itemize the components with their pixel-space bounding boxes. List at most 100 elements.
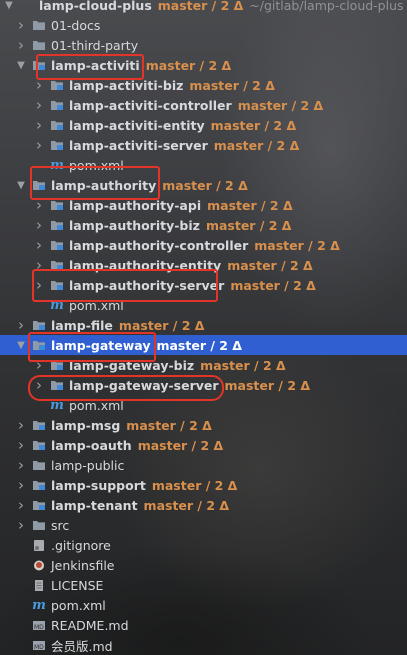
tree-item-label: lamp-tenant <box>51 497 138 513</box>
chevron-right-icon[interactable]: › <box>34 215 44 235</box>
module-folder-icon <box>50 79 64 91</box>
chevron-right-icon[interactable]: › <box>16 315 26 335</box>
module-folder-icon <box>50 379 64 391</box>
tree-item-label: lamp-activiti-controller <box>69 97 232 113</box>
git-branch-label: master / 2 Δ <box>213 137 300 153</box>
tree-item-oauth[interactable]: › lamp-oauth master / 2 Δ <box>0 435 407 455</box>
tree-item-label: lamp-file <box>51 317 113 333</box>
tree-item-label: lamp-authority-api <box>69 197 202 213</box>
chevron-right-icon[interactable]: › <box>34 115 44 135</box>
chevron-right-icon[interactable]: › <box>16 495 26 515</box>
module-folder-icon <box>32 439 46 451</box>
tree-item-activiti-entity[interactable]: › lamp-activiti-entity master / 2 Δ <box>0 115 407 135</box>
svg-text:MD: MD <box>34 624 44 631</box>
tree-item-authority-controller[interactable]: › lamp-authority-controller master / 2 Δ <box>0 235 407 255</box>
tree-item-authority[interactable]: ▼ lamp-authority master / 2 Δ <box>0 175 407 195</box>
tree-item-tenant[interactable]: › lamp-tenant master / 2 Δ <box>0 495 407 515</box>
chevron-right-icon[interactable]: › <box>16 515 26 535</box>
root-path: ~/gitlab/lamp-cloud-plus <box>249 0 404 13</box>
chevron-down-icon[interactable]: ▼ <box>16 55 26 75</box>
maven-icon: m <box>50 397 64 413</box>
tree-item-file[interactable]: › lamp-file master / 2 Δ <box>0 315 407 335</box>
tree-item-support[interactable]: › lamp-support master / 2 Δ <box>0 475 407 495</box>
tree-item-label: pom.xml <box>69 297 124 313</box>
tree-item-authority-api[interactable]: › lamp-authority-api master / 2 Δ <box>0 195 407 215</box>
tree-item-label: lamp-authority-server <box>69 277 225 293</box>
tree-item-activiti-biz[interactable]: › lamp-activiti-biz master / 2 Δ <box>0 75 407 95</box>
chevron-right-icon[interactable]: › <box>34 235 44 255</box>
chevron-right-icon[interactable]: › <box>34 375 44 395</box>
git-branch-label: master / 2 Δ <box>145 57 232 73</box>
folder-icon <box>32 459 46 471</box>
chevron-down-icon[interactable]: ▼ <box>4 0 14 15</box>
module-folder-icon <box>32 479 46 491</box>
tree-item-activiti-server[interactable]: › lamp-activiti-server master / 2 Δ <box>0 135 407 155</box>
tree-item-authority-biz[interactable]: › lamp-authority-biz master / 2 Δ <box>0 215 407 235</box>
folder-icon <box>32 39 46 51</box>
git-branch-label: master / 2 Δ <box>237 97 324 113</box>
chevron-right-icon[interactable]: › <box>16 455 26 475</box>
tree-item-label: lamp-public <box>51 457 125 473</box>
chevron-right-icon[interactable]: › <box>16 15 26 35</box>
maven-icon: m <box>32 597 46 613</box>
chevron-right-icon[interactable]: › <box>34 95 44 115</box>
git-branch-label: master / 2 Δ <box>200 357 286 373</box>
module-folder-icon <box>50 139 64 151</box>
tree-item-readme[interactable]: ›MDREADME.md <box>0 615 407 635</box>
tree-item-activiti-controller[interactable]: › lamp-activiti-controller master / 2 Δ <box>0 95 407 115</box>
tree-item-label: lamp-activiti-biz <box>69 77 184 93</box>
tree-item-activiti[interactable]: ▼ lamp-activiti master / 2 Δ <box>0 55 407 75</box>
tree-item-third-party[interactable]: › 01-third-party <box>0 35 407 55</box>
chevron-right-icon[interactable]: › <box>34 75 44 95</box>
tree-item-gateway-pom[interactable]: ›mpom.xml <box>0 395 407 415</box>
module-folder-icon <box>50 99 64 111</box>
module-folder-icon <box>32 179 46 191</box>
module-folder-icon <box>32 499 46 511</box>
tree-item-authority-server[interactable]: › lamp-authority-server master / 2 Δ <box>0 275 407 295</box>
tree-item-jenkinsfile[interactable]: ›Jenkinsfile <box>0 555 407 575</box>
tree-item-label: lamp-activiti-entity <box>69 117 205 133</box>
chevron-down-icon[interactable]: ▼ <box>16 335 26 355</box>
chevron-right-icon[interactable]: › <box>34 195 44 215</box>
text-file-icon <box>32 579 46 591</box>
chevron-right-icon[interactable]: › <box>34 275 44 295</box>
tree-item-gateway[interactable]: ▼ lamp-gateway master / 2 Δ <box>0 335 407 355</box>
folder-icon <box>32 19 46 31</box>
root-name: lamp-cloud-plus <box>39 0 152 13</box>
tree-item-public[interactable]: › lamp-public <box>0 455 407 475</box>
git-branch-label: master / 2 Δ <box>118 317 205 333</box>
module-folder-icon <box>50 259 64 271</box>
git-branch-label: master / 2 Δ <box>210 117 297 133</box>
tree-item-license[interactable]: ›LICENSE <box>0 575 407 595</box>
chevron-right-icon[interactable]: › <box>34 255 44 275</box>
tree-item-authority-pom[interactable]: ›mpom.xml <box>0 295 407 315</box>
git-branch-label: master / 2 Δ <box>143 497 230 513</box>
git-branch-label: master / 2 Δ <box>224 377 311 393</box>
gitignore-icon <box>32 539 46 551</box>
tree-root[interactable]: ▼ lamp-cloud-plus master / 2 Δ ~/gitlab/… <box>0 0 407 15</box>
tree-item-gitignore[interactable]: ›.gitignore <box>0 535 407 555</box>
chevron-right-icon[interactable]: › <box>34 355 44 375</box>
tree-item-label: lamp-msg <box>51 417 121 433</box>
tree-item-activiti-pom[interactable]: ›mpom.xml <box>0 155 407 175</box>
tree-item-msg[interactable]: › lamp-msg master / 2 Δ <box>0 415 407 435</box>
root-branch: master / 2 Δ <box>157 0 244 13</box>
tree-item-gateway-biz[interactable]: › lamp-gateway-biz master / 2 Δ <box>0 355 407 375</box>
tree-item-gateway-server[interactable]: › lamp-gateway-server master / 2 Δ <box>0 375 407 395</box>
tree-item-authority-entity[interactable]: › lamp-authority-entity master / 2 Δ <box>0 255 407 275</box>
chevron-right-icon[interactable]: › <box>16 475 26 495</box>
chevron-right-icon[interactable]: › <box>16 435 26 455</box>
tree-item-label: lamp-activiti-server <box>69 137 208 153</box>
chevron-down-icon[interactable]: ▼ <box>16 175 26 195</box>
tree-item-label: LICENSE <box>51 577 104 593</box>
git-branch-label: master / 2 Δ <box>126 417 212 433</box>
tree-item-root-pom[interactable]: ›mpom.xml <box>0 595 407 615</box>
tree-item-src[interactable]: › src <box>0 515 407 535</box>
module-folder-icon <box>32 319 46 331</box>
tree-item-docs[interactable]: › 01-docs <box>0 15 407 35</box>
chevron-right-icon[interactable]: › <box>34 135 44 155</box>
module-folder-icon <box>50 219 64 231</box>
tree-item-member-md[interactable]: ›MD会员版.md <box>0 635 407 655</box>
chevron-right-icon[interactable]: › <box>16 415 26 435</box>
chevron-right-icon[interactable]: › <box>16 35 26 55</box>
